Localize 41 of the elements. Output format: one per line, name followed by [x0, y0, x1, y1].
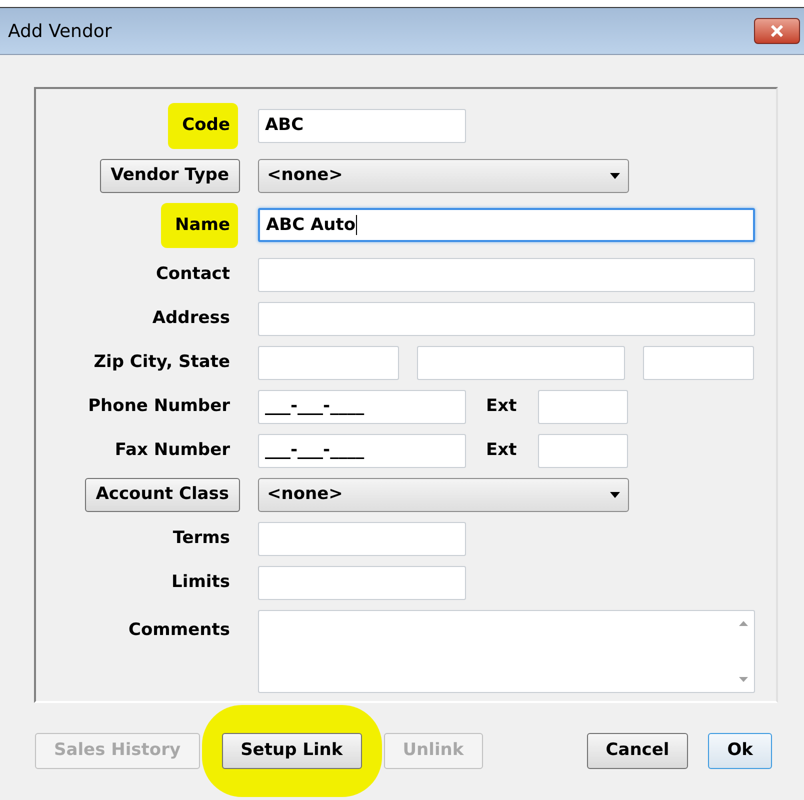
- dropdown[interactable]: <none>: [258, 478, 629, 512]
- caret-icon: [610, 172, 620, 178]
- comments-field[interactable]: [258, 610, 755, 693]
- city-field[interactable]: [417, 346, 625, 380]
- ext-label: Ext: [486, 395, 518, 418]
- dialog-button[interactable]: Setup Link: [222, 733, 362, 769]
- phone-field[interactable]: ___-___-____: [258, 390, 466, 424]
- field-label: Name: [161, 202, 238, 248]
- field-label: Code: [168, 103, 238, 148]
- state-field[interactable]: [643, 346, 754, 380]
- dialog-button[interactable]: Cancel: [586, 733, 688, 769]
- input-field[interactable]: [258, 522, 466, 556]
- ext-field[interactable]: [538, 434, 628, 468]
- close-button[interactable]: [754, 18, 800, 44]
- scroll-up-icon[interactable]: [738, 621, 748, 626]
- field-label: Comments: [128, 619, 231, 642]
- input-field[interactable]: [258, 566, 466, 600]
- field-label: Contact: [156, 263, 231, 286]
- field-label: Phone Number: [88, 395, 231, 418]
- scroll-down-icon[interactable]: [738, 677, 748, 682]
- field-label: Zip City, State: [94, 351, 231, 374]
- ext-field[interactable]: [538, 390, 628, 424]
- picker-button[interactable]: Vendor Type: [100, 158, 240, 192]
- close-icon: [770, 25, 784, 37]
- field-label: Address: [152, 307, 231, 330]
- input-field[interactable]: [258, 302, 755, 336]
- field-label: Terms: [172, 527, 231, 550]
- input-field[interactable]: ABC Auto: [258, 208, 755, 242]
- zip-field[interactable]: [258, 346, 399, 380]
- dialog-button[interactable]: Ok: [708, 733, 772, 769]
- input-field[interactable]: [258, 258, 755, 292]
- dropdown[interactable]: <none>: [258, 158, 629, 192]
- picker-button[interactable]: Account Class: [84, 478, 240, 512]
- input-field[interactable]: ABC: [258, 108, 466, 143]
- field-label: Limits: [172, 571, 231, 594]
- phone-field[interactable]: ___-___-____: [258, 434, 466, 468]
- field-label: Fax Number: [114, 439, 231, 462]
- text-cursor: [356, 215, 357, 236]
- window-title: Add Vendor: [8, 20, 112, 44]
- caret-icon: [610, 492, 620, 498]
- ext-label: Ext: [486, 439, 518, 462]
